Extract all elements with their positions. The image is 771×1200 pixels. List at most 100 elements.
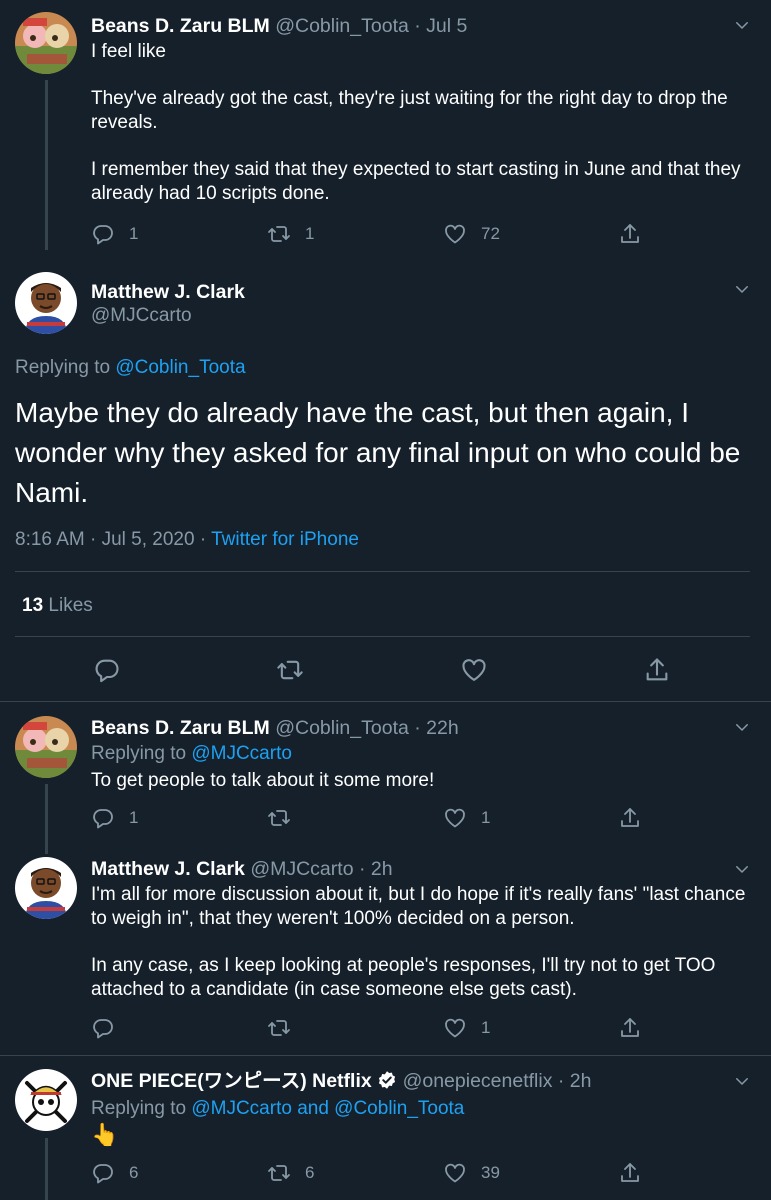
reply-button[interactable] (91, 1016, 115, 1040)
reply-count: 6 (129, 1163, 139, 1182)
timestamp-row: 8:16 AM · Jul 5, 2020 · Twitter for iPho… (15, 528, 359, 552)
likes-count: 13 (22, 595, 44, 616)
tweet-text: I feel like They've already got the cast… (91, 40, 751, 206)
share-button[interactable] (643, 656, 671, 684)
display-name[interactable]: Beans D. Zaru BLM (91, 717, 270, 739)
like-icon (443, 806, 467, 830)
retweet-icon (267, 806, 291, 830)
reply-icon (91, 1016, 115, 1040)
like-button[interactable] (460, 656, 488, 684)
tweet-line: I feel like (91, 41, 166, 62)
avatar[interactable] (15, 857, 77, 919)
share-button[interactable] (618, 1016, 642, 1040)
like-button[interactable]: 1 (443, 806, 490, 830)
reply-count: 1 (129, 224, 139, 243)
thread-line (45, 784, 48, 854)
reply-icon (91, 1161, 115, 1185)
like-button[interactable]: 39 (443, 1161, 500, 1185)
reply-icon (91, 806, 115, 830)
display-name[interactable]: Matthew J. Clark (91, 858, 245, 880)
avatar[interactable] (15, 272, 77, 334)
replying-to: Replying to @Coblin_Toota (15, 356, 246, 380)
tweet-line: They've already got the cast, they're ju… (91, 88, 728, 133)
reply-icon (93, 656, 121, 684)
avatar[interactable] (15, 1069, 77, 1131)
reply-button[interactable]: 6 (91, 1161, 138, 1185)
reply-button[interactable]: 1 (91, 222, 138, 246)
verified-badge-icon (377, 1070, 397, 1096)
thread-line (45, 1138, 48, 1200)
avatar[interactable] (15, 12, 77, 74)
tweet-header: Beans D. Zaru BLM @Coblin_Toota · Jul 5 (91, 14, 467, 38)
reply-icon (91, 222, 115, 246)
like-button[interactable]: 72 (443, 222, 500, 246)
retweet-icon (267, 222, 291, 246)
replying-to: Replying to @MJCcarto (91, 742, 292, 766)
display-name[interactable]: Matthew J. Clark (91, 280, 245, 304)
display-name[interactable]: ONE PIECE(ワンピース) Netflix (91, 1070, 372, 1092)
like-count: 1 (481, 808, 491, 827)
tweet-line: I remember they said that they expected … (91, 159, 741, 204)
retweet-icon (267, 1016, 291, 1040)
mention-link[interactable]: @Coblin_Toota (115, 357, 245, 378)
share-icon (618, 1161, 642, 1185)
tweet-header: Matthew J. Clark @MJCcarto · 2h (91, 857, 393, 881)
divider (0, 1055, 771, 1056)
thread-line (45, 80, 48, 250)
main-tweet-text: Maybe they do already have the cast, but… (15, 397, 741, 508)
share-icon (643, 656, 671, 684)
chevron-down-icon[interactable] (733, 16, 751, 34)
retweet-button[interactable] (267, 1016, 291, 1040)
replying-prefix: Replying to (91, 743, 187, 764)
retweet-button[interactable] (276, 656, 304, 684)
like-count: 1 (481, 1018, 491, 1037)
like-count: 39 (481, 1163, 500, 1182)
tweet-header: ONE PIECE(ワンピース) Netflix @onepiecenetfli… (91, 1069, 591, 1096)
reply-button[interactable] (93, 656, 121, 684)
like-count: 72 (481, 224, 500, 243)
like-button[interactable]: 1 (443, 1016, 490, 1040)
tweet-text: 👆 (91, 1122, 119, 1147)
retweet-button[interactable]: 6 (267, 1161, 314, 1185)
likes-label: Likes (48, 595, 93, 616)
chevron-down-icon[interactable] (733, 860, 751, 878)
mention-link[interactable]: @MJCcarto and @Coblin_Toota (191, 1098, 464, 1119)
replying-prefix: Replying to (91, 1098, 187, 1119)
handle-time[interactable]: @Coblin_Toota · 22h (275, 717, 459, 739)
tweet-line: I'm all for more discussion about it, bu… (91, 884, 746, 929)
likes-summary[interactable]: 13 Likes (22, 594, 93, 618)
like-icon (443, 1161, 467, 1185)
share-button[interactable] (618, 806, 642, 830)
replying-to: Replying to @MJCcarto and @Coblin_Toota (91, 1097, 464, 1121)
retweet-icon (267, 1161, 291, 1185)
like-icon (460, 656, 488, 684)
retweet-button[interactable]: 1 (267, 222, 314, 246)
source-link[interactable]: Twitter for iPhone (211, 529, 359, 550)
tweet-line: In any case, as I keep looking at people… (91, 955, 716, 1000)
retweet-count: 6 (305, 1163, 315, 1182)
handle-time[interactable]: @MJCcarto · 2h (250, 858, 392, 880)
share-button[interactable] (618, 1161, 642, 1185)
share-icon (618, 806, 642, 830)
share-button[interactable] (618, 222, 642, 246)
reply-count: 1 (129, 808, 139, 827)
timestamp[interactable]: 8:16 AM · Jul 5, 2020 · (15, 529, 206, 550)
display-name[interactable]: Beans D. Zaru BLM (91, 15, 270, 37)
divider (0, 701, 771, 702)
handle[interactable]: @MJCcarto (91, 304, 192, 328)
chevron-down-icon[interactable] (733, 280, 751, 298)
reply-button[interactable]: 1 (91, 806, 138, 830)
chevron-down-icon[interactable] (733, 718, 751, 736)
retweet-button[interactable] (267, 806, 291, 830)
avatar[interactable] (15, 716, 77, 778)
tweet-header: Beans D. Zaru BLM @Coblin_Toota · 22h (91, 716, 459, 740)
handle-time[interactable]: @Coblin_Toota · Jul 5 (275, 15, 467, 37)
like-icon (443, 222, 467, 246)
chevron-down-icon[interactable] (733, 1072, 751, 1090)
mention-link[interactable]: @MJCcarto (191, 743, 292, 764)
retweet-count: 1 (305, 224, 315, 243)
replying-prefix: Replying to (15, 357, 111, 378)
divider (15, 636, 750, 637)
handle-time[interactable]: @onepiecenetflix · 2h (403, 1070, 592, 1092)
like-icon (443, 1016, 467, 1040)
